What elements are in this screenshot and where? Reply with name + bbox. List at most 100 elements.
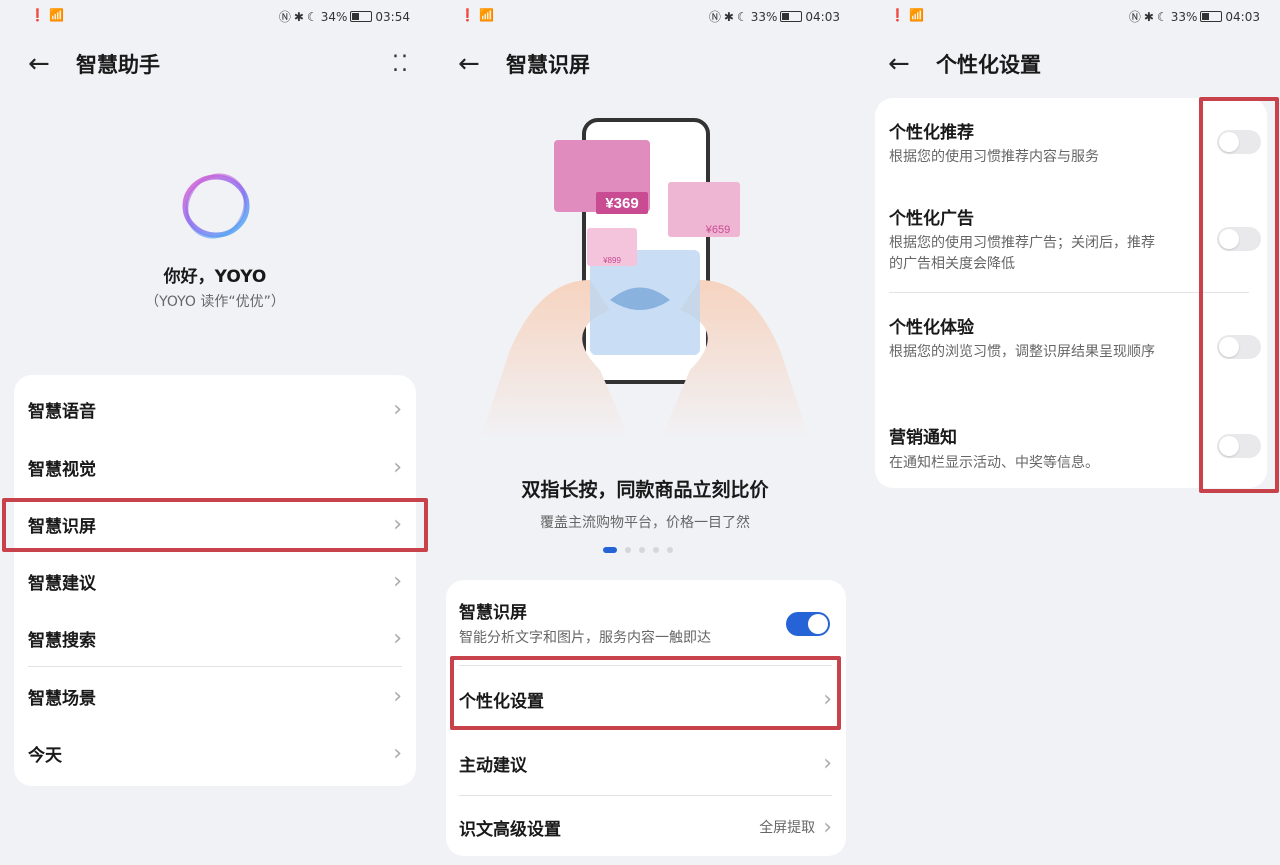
pager-dot [639, 547, 645, 553]
setting-desc: 根据您的使用习惯推荐内容与服务 [889, 149, 1099, 165]
moon-icon: ☾ [306, 9, 318, 24]
page-title: 智慧识屏 [506, 53, 590, 77]
feature-title: 智慧识屏 [459, 603, 527, 623]
alert-icon: ❗ [460, 8, 475, 22]
feature-list-card: 智慧语音 › 智慧视觉 › 智慧识屏 › 智慧建议 › 智慧搜索 › 智慧场景 … [14, 375, 416, 786]
clock: 04:03 [1225, 9, 1260, 24]
wifi-icon: 📶 [478, 8, 494, 22]
bluetooth-icon: ✱ [293, 9, 304, 24]
highlight-box [1199, 97, 1279, 493]
list-item-label: 智慧视觉 [28, 459, 96, 480]
status-bar: ❗ 📶 Ⓝ ✱ ☾ 33% 04:03 [430, 6, 860, 26]
pager-dot [653, 547, 659, 553]
highlight-box [2, 498, 428, 552]
setting-title: 个性化体验 [889, 318, 974, 338]
pager-dots[interactable] [603, 547, 673, 553]
alert-icon: ❗ [890, 8, 905, 22]
setting-title: 个性化推荐 [889, 123, 974, 143]
battery-percent: 33% [750, 9, 778, 24]
chevron-right-icon: › [393, 396, 402, 422]
ocr-advanced-settings-row[interactable]: 识文高级设置 全屏提取 › [459, 802, 832, 852]
list-item-smart-suggestion[interactable]: 智慧建议 › [28, 557, 402, 605]
page-title: 智慧助手 [76, 53, 160, 77]
list-item-smart-search[interactable]: 智慧搜索 › [28, 614, 402, 662]
status-bar: ❗ 📶 Ⓝ ✱ ☾ 34% 03:54 [0, 6, 430, 26]
battery-percent: 34% [320, 9, 348, 24]
row-value: 全屏提取 [759, 820, 816, 836]
list-item-label: 智慧搜索 [28, 630, 96, 651]
setting-personalized-recommendation: 个性化推荐 根据您的使用习惯推荐内容与服务 [889, 118, 1189, 168]
greeting-sub: （YOYO 读作“优优”） [145, 294, 285, 310]
setting-marketing-notification: 营销通知 在通知栏显示活动、中奖等信息。 [889, 423, 1189, 472]
list-item-label: 智慧场景 [28, 688, 96, 709]
clock: 04:03 [805, 9, 840, 24]
back-arrow-icon[interactable]: ← [28, 49, 68, 79]
list-item-label: 智慧建议 [28, 573, 96, 594]
list-item-smart-scene[interactable]: 智慧场景 › [28, 672, 402, 720]
battery-percent: 33% [1170, 9, 1198, 24]
feature-desc: 智能分析文字和图片，服务内容一触即达 [459, 630, 711, 646]
list-item-today[interactable]: 今天 › [28, 729, 402, 777]
promo-subline: 覆盖主流购物平台，价格一目了然 [540, 515, 750, 531]
smart-screen-toggle[interactable] [786, 612, 830, 636]
row-label: 主动建议 [459, 755, 527, 776]
setting-desc: 在通知栏显示活动、中奖等信息。 [889, 455, 1099, 471]
battery-icon [780, 11, 803, 22]
feature-toggle-row: 智慧识屏 智能分析文字和图片，服务内容一触即达 [459, 598, 832, 658]
pager-dot [625, 547, 631, 553]
list-item-smart-voice[interactable]: 智慧语音 › [28, 385, 402, 433]
moon-icon: ☾ [736, 9, 748, 24]
price-tag-369: ¥369 [605, 195, 638, 212]
divider [459, 795, 832, 796]
setting-title: 营销通知 [889, 428, 957, 448]
yoyo-logo [178, 168, 254, 244]
chevron-right-icon: › [393, 740, 402, 766]
more-options-icon[interactable]: ⁚⁚ [392, 52, 410, 77]
status-bar: ❗ 📶 Ⓝ ✱ ☾ 33% 04:03 [860, 6, 1280, 26]
illustration-hands-phone: ¥369 ¥659 ¥899 [480, 110, 810, 445]
panel-smart-assistant: ❗ 📶 Ⓝ ✱ ☾ 34% 03:54 ← 智慧助手 ⁚⁚ 你好，YOYO （Y… [0, 0, 430, 865]
chevron-right-icon: › [393, 683, 402, 709]
highlight-box [450, 656, 841, 730]
chevron-right-icon: › [393, 568, 402, 594]
row-label: 识文高级设置 [459, 819, 561, 840]
bluetooth-icon: ✱ [1143, 9, 1154, 24]
moon-icon: ☾ [1156, 9, 1168, 24]
proactive-suggestion-row[interactable]: 主动建议 › [459, 738, 832, 788]
nfc-icon: Ⓝ [1128, 10, 1141, 24]
pager-dot [667, 547, 673, 553]
list-item-label: 今天 [28, 745, 62, 766]
panel-personalized-settings: ❗ 📶 Ⓝ ✱ ☾ 33% 04:03 ← 个性化设置 个性化推荐 根据您的使用习… [860, 0, 1280, 865]
back-arrow-icon[interactable]: ← [458, 49, 498, 79]
divider [28, 666, 402, 667]
back-arrow-icon[interactable]: ← [888, 49, 928, 79]
battery-icon [350, 11, 373, 22]
clock: 03:54 [375, 9, 410, 24]
bluetooth-icon: ✱ [723, 9, 734, 24]
list-item-smart-vision[interactable]: 智慧视觉 › [28, 443, 402, 491]
nfc-icon: Ⓝ [278, 10, 291, 24]
setting-desc: 根据您的浏览习惯，调整识屏结果呈现顺序 [889, 344, 1155, 360]
setting-title: 个性化广告 [889, 209, 974, 229]
promo-headline: 双指长按，同款商品立刻比价 [521, 479, 769, 501]
list-item-label: 智慧语音 [28, 401, 96, 422]
chevron-right-icon: › [393, 454, 402, 480]
setting-personalized-experience: 个性化体验 根据您的浏览习惯，调整识屏结果呈现顺序 [889, 313, 1174, 363]
wifi-icon: 📶 [908, 8, 924, 22]
pager-dot-active [603, 547, 617, 553]
panel-smart-screen: ❗ 📶 Ⓝ ✱ ☾ 33% 04:03 ← 智慧识屏 ¥369 ¥659 ¥89… [430, 0, 860, 865]
price-tag-899: ¥899 [602, 256, 621, 265]
alert-icon: ❗ [30, 8, 45, 22]
battery-icon [1200, 11, 1223, 22]
chevron-right-icon: › [393, 625, 402, 651]
chevron-right-icon: › [823, 750, 832, 776]
setting-desc: 根据您的使用习惯推荐广告；关闭后，推荐的广告相关度会降低 [889, 235, 1155, 272]
nfc-icon: Ⓝ [708, 10, 721, 24]
greeting: 你好，YOYO [163, 267, 267, 287]
chevron-right-icon: › [823, 814, 832, 840]
page-title: 个性化设置 [936, 53, 1041, 77]
wifi-icon: 📶 [48, 8, 64, 22]
price-tag-659: ¥659 [705, 224, 730, 236]
divider [889, 292, 1249, 293]
setting-personalized-ads: 个性化广告 根据您的使用习惯推荐广告；关闭后，推荐的广告相关度会降低 [889, 204, 1164, 275]
